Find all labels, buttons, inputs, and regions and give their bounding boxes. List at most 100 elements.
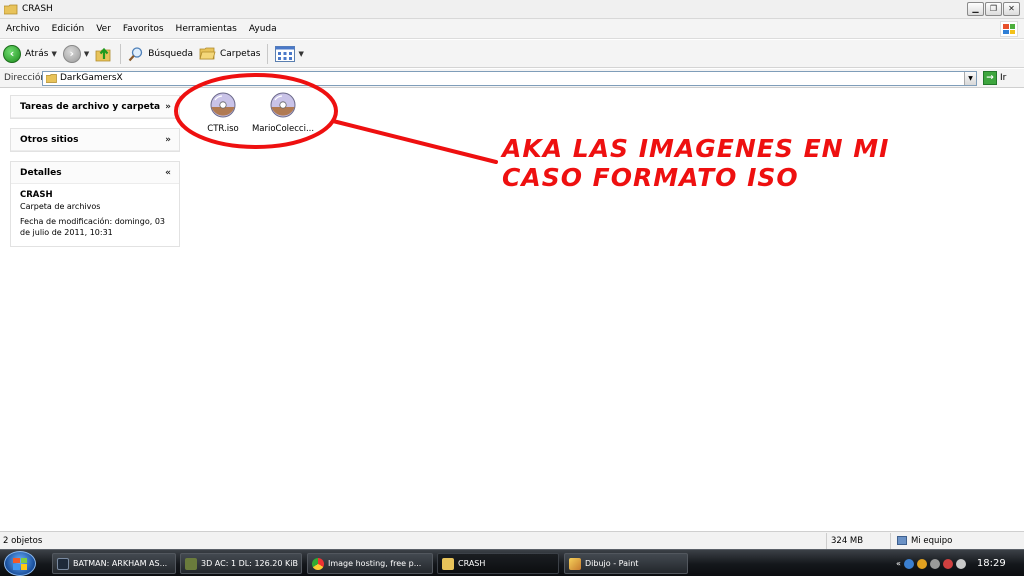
expand-chevron-icon[interactable]: » — [165, 135, 171, 145]
address-value: DarkGamersX — [60, 73, 123, 83]
tray-app-icon[interactable] — [929, 558, 940, 569]
details-type: Carpeta de archivos — [20, 202, 101, 211]
paint-icon — [569, 557, 581, 570]
windows-flag-icon — [13, 557, 27, 570]
taskbar-item-download[interactable]: 3D AC: 1 DL: 126.20 KiB — [180, 553, 302, 574]
game-icon — [57, 557, 69, 570]
status-bar: 2 objetos 324 MB Mi equipo — [0, 531, 1024, 549]
file-tasks-header[interactable]: Tareas de archivo y carpeta » — [11, 96, 179, 118]
expand-chevron-icon[interactable]: » — [165, 102, 171, 112]
search-button[interactable]: Búsqueda — [125, 42, 196, 66]
folder-icon — [46, 73, 57, 83]
details-title: Detalles — [20, 167, 62, 178]
taskbar-item-label: CRASH — [458, 559, 486, 568]
status-objects: 2 objetos — [3, 535, 43, 546]
task-pane: Tareas de archivo y carpeta » Otros siti… — [10, 95, 180, 256]
clock[interactable]: 18:29 — [977, 558, 1006, 569]
system-tray: « 18:29 — [896, 554, 1020, 573]
taskbar-item-crash[interactable]: CRASH — [437, 553, 559, 574]
other-places-panel: Otros sitios » — [10, 128, 180, 152]
chevron-down-icon[interactable]: ▼ — [298, 50, 303, 58]
file-tasks-title: Tareas de archivo y carpeta — [20, 101, 161, 112]
other-places-header[interactable]: Otros sitios » — [11, 129, 179, 151]
back-label: Atrás — [25, 48, 49, 59]
file-tasks-panel: Tareas de archivo y carpeta » — [10, 95, 180, 119]
address-label: Dirección — [4, 73, 47, 83]
address-input[interactable]: DarkGamersX ▼ — [42, 70, 977, 86]
taskbar-item-paint[interactable]: Dibujo - Paint — [564, 553, 688, 574]
menu-archivo[interactable]: Archivo — [0, 24, 46, 34]
taskbar-item-label: BATMAN: ARKHAM AS... — [73, 559, 168, 568]
status-location-label: Mi equipo — [911, 535, 953, 546]
chevron-down-icon[interactable]: ▼ — [84, 50, 89, 58]
window-controls: ▁ ❐ ✕ — [967, 2, 1020, 16]
search-icon — [128, 46, 143, 61]
download-client-icon — [185, 557, 197, 570]
details-panel: Detalles « CRASH Carpeta de archivos Fec… — [10, 161, 180, 247]
menu-herramientas[interactable]: Herramientas — [170, 24, 243, 34]
disc-image-icon — [270, 92, 296, 118]
chevron-down-icon[interactable]: ▼ — [51, 50, 56, 58]
file-item[interactable]: CTR.iso — [193, 92, 253, 134]
menu-edicion[interactable]: Edición — [46, 24, 91, 34]
window-title: CRASH — [22, 4, 53, 14]
search-label: Búsqueda — [148, 48, 193, 59]
folders-icon — [199, 47, 216, 60]
menu-favoritos[interactable]: Favoritos — [117, 24, 170, 34]
toolbar-separator — [267, 43, 269, 64]
taskbar-item-label: Dibujo - Paint — [585, 559, 639, 568]
go-label: Ir — [1000, 73, 1007, 83]
chrome-icon — [312, 557, 324, 570]
folders-button[interactable]: Carpetas — [196, 42, 263, 66]
details-body: CRASH Carpeta de archivos Fecha de modif… — [11, 184, 179, 246]
views-icon — [275, 45, 296, 62]
go-arrow-icon: → — [983, 71, 997, 85]
tray-app-icon[interactable] — [942, 558, 953, 569]
tray-app-icon[interactable] — [916, 558, 927, 569]
taskbar-item-batman[interactable]: BATMAN: ARKHAM AS... — [52, 553, 176, 574]
details-name: CRASH — [20, 190, 53, 200]
up-folder-button[interactable] — [92, 42, 116, 66]
file-item[interactable]: MarioColecci... — [252, 92, 314, 134]
minimize-button[interactable]: ▁ — [967, 2, 984, 16]
start-button[interactable] — [4, 551, 36, 576]
address-dropdown-button[interactable]: ▼ — [964, 71, 976, 85]
close-button[interactable]: ✕ — [1003, 2, 1020, 16]
details-header[interactable]: Detalles « — [11, 162, 179, 184]
collapse-chevron-icon[interactable]: « — [165, 168, 171, 178]
file-name: CTR.iso — [207, 124, 239, 134]
views-button[interactable]: ▼ — [272, 42, 306, 66]
disc-image-icon — [210, 92, 236, 118]
folder-icon — [4, 4, 18, 14]
toolbar-separator — [120, 43, 122, 64]
volume-icon[interactable] — [955, 558, 966, 569]
menu-ver[interactable]: Ver — [90, 24, 117, 34]
folders-label: Carpetas — [219, 48, 261, 59]
go-button[interactable]: → Ir — [983, 71, 1006, 85]
maximize-button[interactable]: ❐ — [985, 2, 1002, 16]
annotation-line-2: CASO FORMATO ISO — [502, 163, 799, 192]
taskbar-item-label: Image hosting, free p... — [328, 559, 422, 568]
back-button[interactable]: ‹ Atrás ▼ — [0, 42, 60, 66]
tray-expand-icon[interactable]: « — [896, 559, 901, 568]
taskbar-item-browser[interactable]: Image hosting, free p... — [307, 553, 433, 574]
menu-ayuda[interactable]: Ayuda — [243, 24, 283, 34]
annotation-line-1: AKA LAS IMAGENES EN MI — [502, 134, 890, 163]
status-location: Mi equipo — [890, 532, 953, 549]
forward-button[interactable]: › ▼ — [60, 42, 92, 66]
forward-arrow-icon: › — [62, 44, 81, 63]
details-modified: Fecha de modificación: domingo, 03 de ju… — [20, 217, 165, 237]
title-bar: CRASH ▁ ❐ ✕ — [0, 0, 1024, 19]
annotation-line — [331, 119, 498, 164]
other-places-title: Otros sitios — [20, 134, 79, 145]
network-icon[interactable] — [903, 558, 914, 569]
toolbar: ‹ Atrás ▼ › ▼ Búsqueda Carpetas ▼ — [0, 40, 1024, 68]
up-folder-icon — [95, 47, 111, 61]
annotation-text: AKA LAS IMAGENES EN MI CASO FORMATO ISO — [502, 134, 922, 192]
back-arrow-icon: ‹ — [3, 44, 21, 63]
folder-icon — [442, 557, 454, 570]
menu-bar: Archivo Edición Ver Favoritos Herramient… — [0, 19, 1024, 39]
address-bar: Dirección DarkGamersX ▼ → Ir — [0, 69, 1024, 88]
taskbar: BATMAN: ARKHAM AS... 3D AC: 1 DL: 126.20… — [0, 549, 1024, 576]
status-size: 324 MB — [826, 532, 890, 549]
